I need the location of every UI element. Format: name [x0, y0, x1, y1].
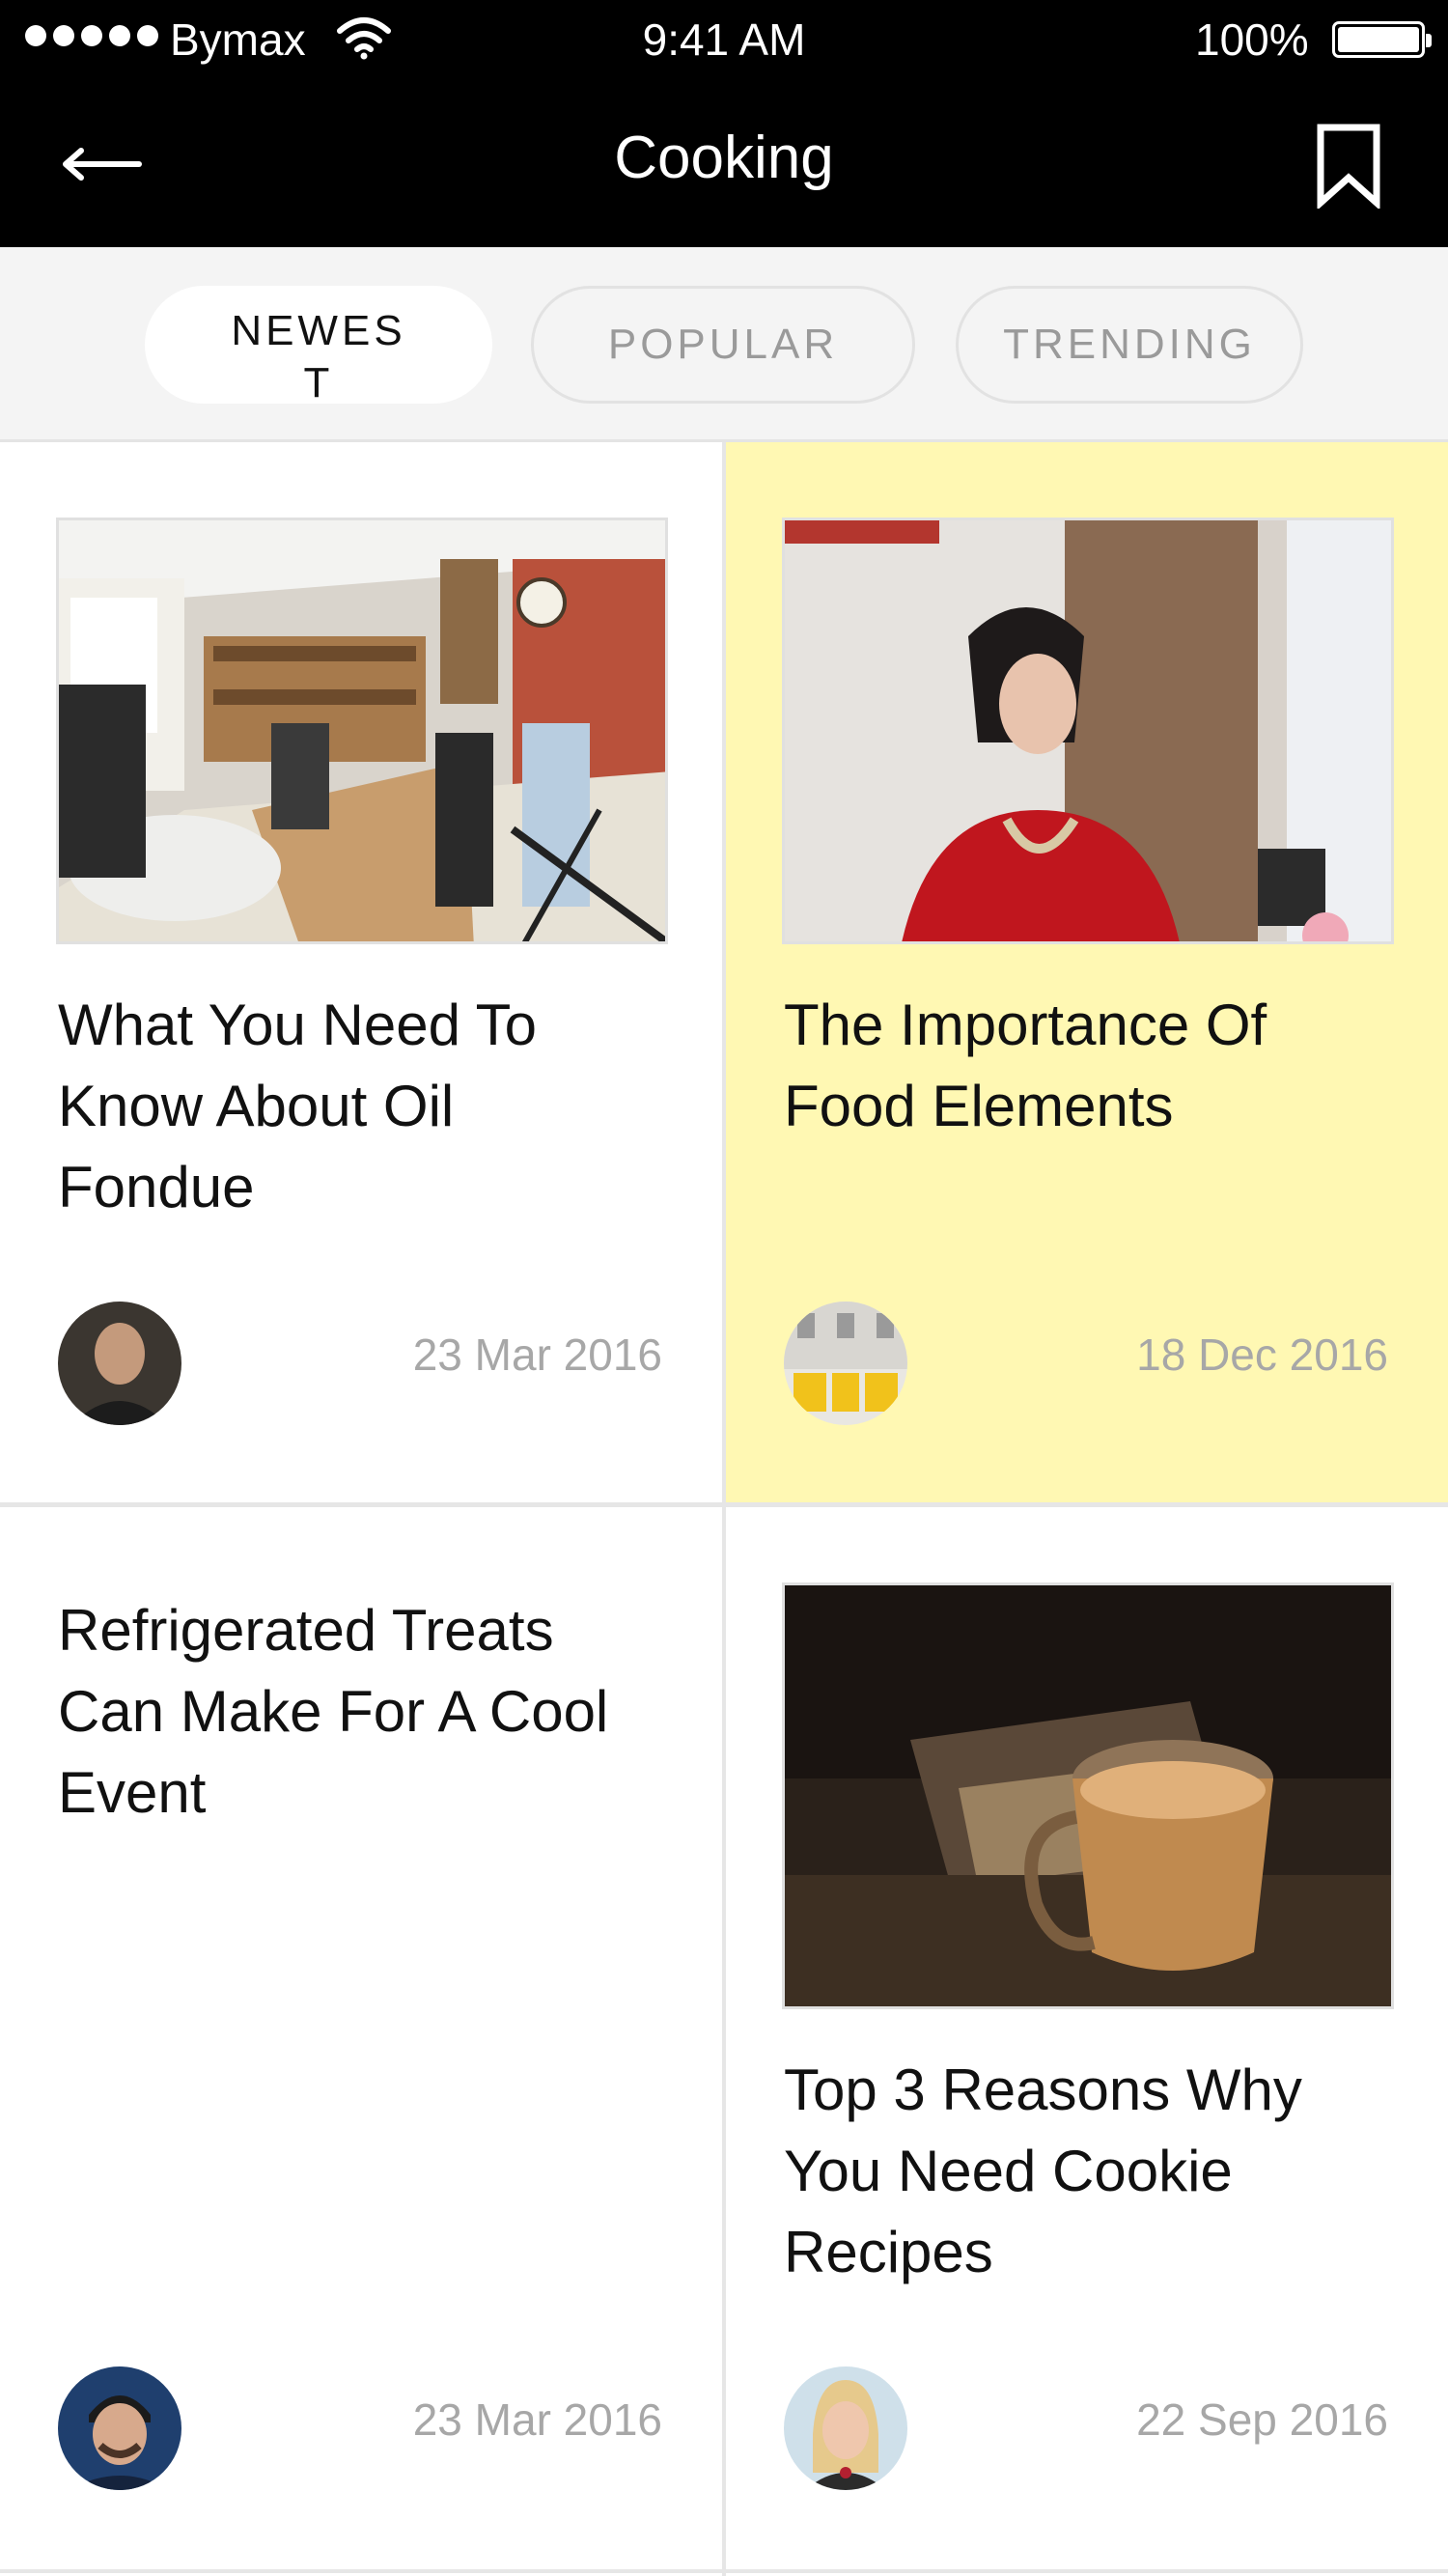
author-avatar[interactable]	[58, 1302, 181, 1425]
coffee-cup-photo	[782, 1582, 1394, 2009]
battery-icon	[1332, 21, 1432, 58]
author-avatar-image	[58, 2366, 181, 2490]
tab-newest-label: NEWEST	[231, 307, 406, 406]
article-card[interactable]: Top 3 Reasons Why You Need Cookie Recipe…	[726, 1507, 1448, 2569]
filter-tabs: NEWEST POPULAR TRENDING	[0, 247, 1448, 442]
coffee-cup-photo-image	[785, 1585, 1391, 2006]
author-avatar-image	[784, 1302, 907, 1425]
app-header: Bymax 9:41 AM 100% Cooking	[0, 0, 1448, 247]
article-card[interactable]: Refrigerated Treats Can Make For A Cool …	[0, 1507, 722, 2569]
woman-portrait-photo	[782, 518, 1394, 944]
cafe-photo	[56, 518, 668, 944]
article-card[interactable]: What You Need To Know About Oil Fondue 2…	[0, 442, 722, 1504]
author-avatar[interactable]	[58, 2366, 181, 2490]
cafe-photo-image	[59, 520, 665, 941]
grid-divider-horizontal	[0, 1502, 1448, 1507]
author-avatar-image	[58, 1302, 181, 1425]
tab-newest[interactable]: NEWEST	[145, 286, 492, 406]
author-avatar[interactable]	[784, 1302, 907, 1425]
article-title[interactable]: What You Need To Know About Oil Fondue	[58, 985, 666, 1228]
tab-trending[interactable]: TRENDING	[956, 286, 1303, 404]
article-date: 22 Sep 2016	[1136, 2394, 1388, 2445]
article-title[interactable]: The Importance Of Food Elements	[784, 985, 1392, 1147]
article-card-highlighted[interactable]: The Importance Of Food Elements 18 Dec 2…	[726, 442, 1448, 1504]
article-date: 18 Dec 2016	[1136, 1330, 1388, 1380]
author-avatar[interactable]	[784, 2366, 907, 2490]
battery-percent: 100%	[1195, 14, 1309, 65]
grid-divider-vertical	[722, 442, 726, 2576]
page-title: Cooking	[614, 125, 834, 191]
author-avatar-image	[784, 2366, 907, 2490]
article-date: 23 Mar 2016	[412, 2394, 662, 2445]
bookmark-icon[interactable]	[1315, 122, 1382, 209]
status-bar: Bymax 9:41 AM 100%	[0, 0, 1448, 87]
tab-popular[interactable]: POPULAR	[531, 286, 915, 404]
tab-popular-label: POPULAR	[607, 321, 839, 368]
article-title[interactable]: Top 3 Reasons Why You Need Cookie Recipe…	[784, 2050, 1392, 2293]
grid-divider-bottom	[0, 2569, 1448, 2573]
tab-trending-label: TRENDING	[1003, 321, 1256, 368]
article-title[interactable]: Refrigerated Treats Can Make For A Cool …	[58, 1590, 666, 1834]
woman-portrait-photo-image	[785, 520, 1391, 941]
article-date: 23 Mar 2016	[412, 1330, 662, 1380]
